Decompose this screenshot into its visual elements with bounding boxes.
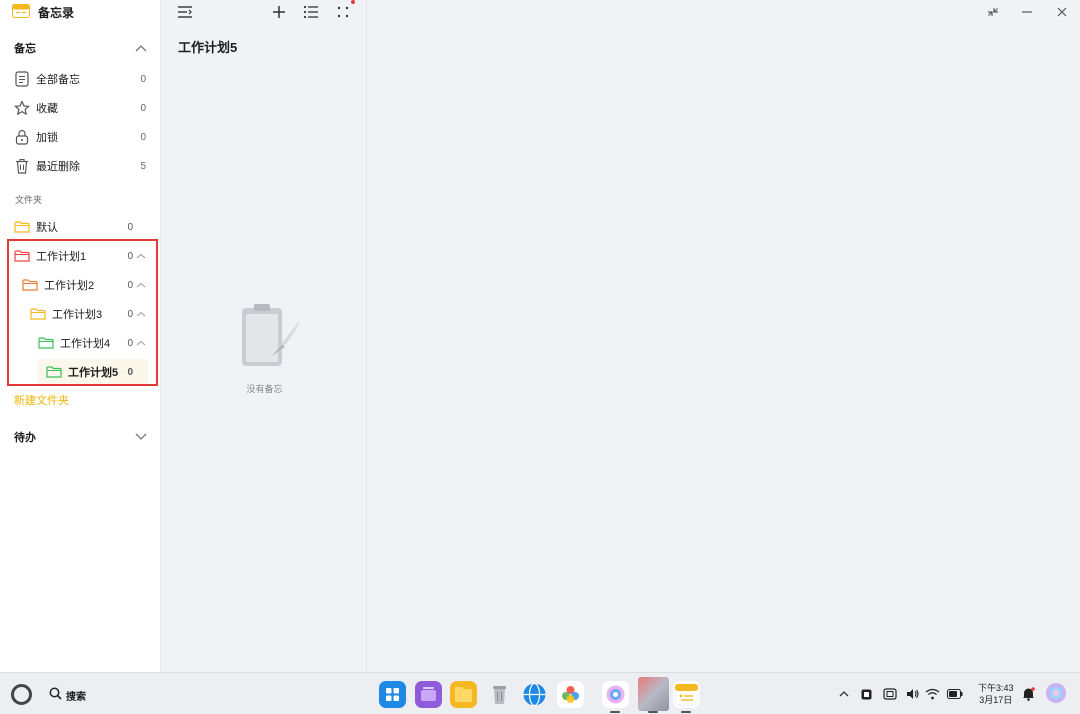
- nav-recently-deleted[interactable]: 最近删除 5: [14, 154, 146, 178]
- taskbar-clock[interactable]: 下午3:43 3月17日: [978, 682, 1014, 706]
- notes-app-taskbar-icon[interactable]: [673, 681, 700, 708]
- multitask-app-icon[interactable]: [415, 681, 442, 708]
- add-icon[interactable]: [270, 3, 288, 21]
- trash-icon: [14, 158, 30, 174]
- star-icon: [14, 100, 30, 116]
- notes-app-icon: [12, 3, 30, 21]
- file-manager-icon[interactable]: [450, 681, 477, 708]
- notification-bell-icon[interactable]: [1021, 686, 1035, 702]
- folder-label: 默认: [36, 222, 58, 234]
- memo-section-header[interactable]: 备忘: [14, 39, 148, 57]
- content-area: [368, 0, 1080, 672]
- new-folder-link[interactable]: 新建文件夹: [14, 392, 69, 408]
- chevron-down-icon[interactable]: [134, 430, 148, 444]
- wifi-icon[interactable]: [924, 686, 940, 702]
- blurred-app-icon[interactable]: [638, 677, 669, 711]
- clock-time: 下午3:43: [978, 683, 1014, 693]
- taskbar: 搜索 下午3:43 3月17日: [0, 672, 1080, 714]
- folders-caption: 文件夹: [15, 195, 43, 205]
- folder-item-default[interactable]: 默认 0: [14, 214, 148, 240]
- nav-label: 最近删除: [36, 161, 80, 173]
- empty-clipboard-icon: [238, 302, 304, 374]
- search-icon: [49, 687, 62, 703]
- sidebar: 备忘录 备忘 全部备忘 0 收藏 0 加锁 0 最近删除 5 文件夹 默认 0 …: [0, 0, 161, 672]
- memo-list-pane: 工作计划5 没有备忘: [162, 0, 367, 672]
- taskbar-search[interactable]: 搜索: [49, 687, 86, 703]
- restore-icon[interactable]: [985, 4, 1001, 20]
- todo-section-title: 待办: [14, 432, 36, 444]
- nav-locked[interactable]: 加锁 0: [14, 125, 146, 149]
- nav-count: 5: [140, 160, 146, 172]
- todo-section-header[interactable]: 待办: [14, 428, 148, 446]
- list-title: 工作计划5: [178, 40, 238, 55]
- app-launcher-icon[interactable]: [379, 681, 406, 708]
- lock-icon: [14, 129, 30, 145]
- nav-label: 加锁: [36, 132, 58, 144]
- notification-dot: [351, 0, 355, 4]
- app-title: 备忘录: [12, 3, 75, 21]
- chevron-up-icon[interactable]: [134, 41, 148, 55]
- nav-label: 收藏: [36, 103, 58, 115]
- battery-icon[interactable]: [946, 686, 963, 702]
- minimize-icon[interactable]: [1019, 4, 1035, 20]
- nav-label: 全部备忘: [36, 74, 80, 86]
- browser-icon[interactable]: [521, 681, 548, 708]
- recycle-bin-icon[interactable]: [486, 681, 513, 708]
- nav-count: 0: [140, 102, 146, 114]
- search-label: 搜索: [66, 691, 86, 703]
- more-options-icon[interactable]: [334, 3, 352, 21]
- nav-favorites[interactable]: 收藏 0: [14, 96, 146, 120]
- input-method-icon[interactable]: [860, 686, 873, 702]
- clock-date: 3月17日: [979, 695, 1013, 705]
- volume-icon[interactable]: [905, 686, 920, 702]
- screen-rotation-icon[interactable]: [882, 686, 897, 702]
- start-button-icon[interactable]: [11, 684, 32, 705]
- empty-state-text: 没有备忘: [246, 384, 283, 394]
- document-icon: [14, 71, 30, 87]
- memo-section-title: 备忘: [14, 43, 36, 55]
- nav-all-memos[interactable]: 全部备忘 0: [14, 67, 146, 91]
- photos-app-icon[interactable]: [557, 681, 584, 708]
- close-icon[interactable]: [1054, 4, 1070, 20]
- folder-icon: [14, 220, 31, 234]
- folder-count: 0: [127, 221, 133, 233]
- assistant-app-icon[interactable]: [602, 681, 629, 708]
- nav-count: 0: [140, 73, 146, 85]
- list-view-icon[interactable]: [302, 3, 320, 21]
- tray-expand-icon[interactable]: [837, 686, 851, 702]
- app-title-text: 备忘录: [38, 5, 75, 20]
- highlight-annotation-box: [7, 239, 158, 386]
- toggle-sidebar-icon[interactable]: [176, 3, 194, 21]
- ai-assistant-icon[interactable]: [1045, 682, 1067, 704]
- nav-count: 0: [140, 131, 146, 143]
